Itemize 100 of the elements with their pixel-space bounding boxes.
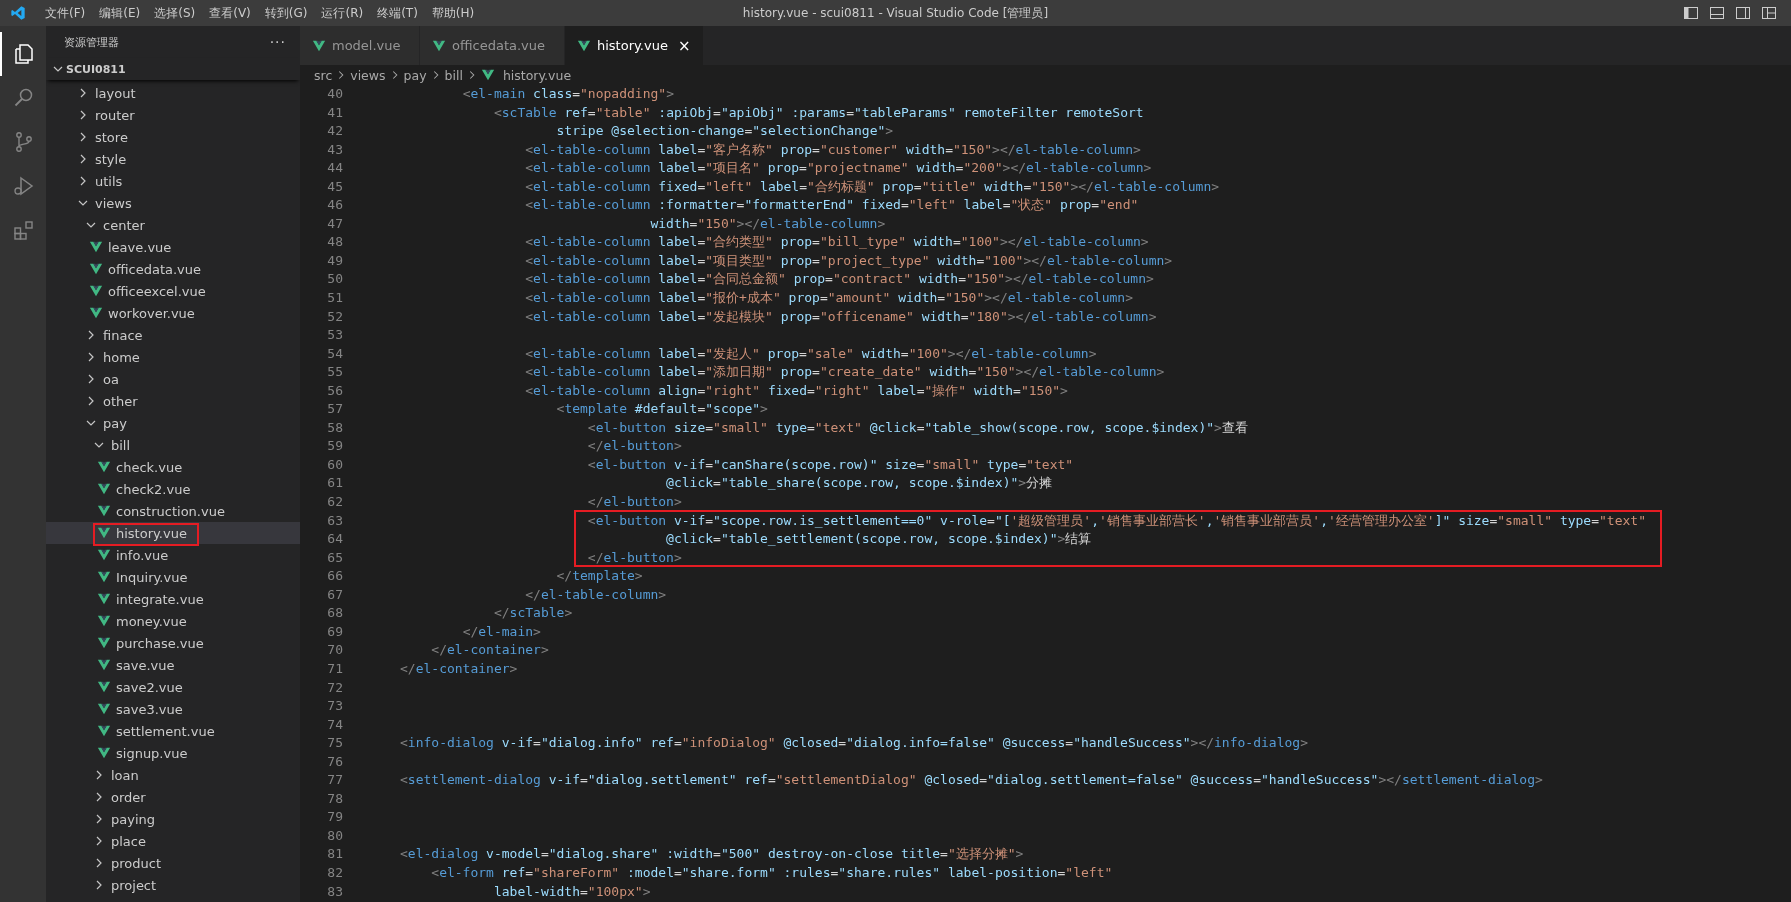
- folder-item[interactable]: router: [46, 104, 300, 126]
- vue-file-icon: [97, 570, 111, 584]
- vue-file-icon: [577, 38, 591, 53]
- line-number: 78: [326, 789, 343, 808]
- line-number: 57: [326, 400, 343, 419]
- more-actions-button[interactable]: ···: [269, 34, 286, 50]
- folder-item[interactable]: center: [46, 214, 300, 236]
- line-number: 58: [326, 418, 343, 437]
- folder-item[interactable]: oa: [46, 368, 300, 390]
- code-line: <el-table-column label="客户名称" prop="customer" width="150"></el-table-column>: [524, 140, 1141, 159]
- file-item[interactable]: Inquiry.vue: [46, 566, 300, 588]
- layout-icon[interactable]: [1761, 5, 1777, 21]
- vue-file-icon: [89, 262, 103, 276]
- file-item[interactable]: workover.vue: [46, 302, 300, 324]
- code-line: <el-table-column label="发起模块" prop="officename" width="180"></el-table-column>: [524, 307, 1157, 326]
- line-number: 44: [326, 159, 343, 178]
- files-icon[interactable]: [12, 42, 36, 66]
- sidebar-toggle-icon[interactable]: [1683, 5, 1699, 21]
- code-line: <info-dialog v-if="dialog.info" ref="infoDialog" @closed="dialog.info=false" @success="handleSuccess"></info-dialog>: [400, 734, 1308, 753]
- vue-file-icon: [97, 658, 111, 672]
- line-number: 72: [326, 678, 343, 697]
- menu-item[interactable]: 帮助(H): [424, 4, 482, 22]
- folder-item[interactable]: other: [46, 390, 300, 412]
- file-item[interactable]: save3.vue: [46, 698, 300, 720]
- extensions-icon[interactable]: [12, 218, 36, 242]
- code-line: width="150"></el-table-column>: [649, 214, 886, 233]
- file-item[interactable]: save.vue: [46, 654, 300, 676]
- vue-file-icon: [97, 548, 111, 562]
- panel-toggle-icon[interactable]: [1709, 5, 1725, 21]
- folder-item[interactable]: utils: [46, 170, 300, 192]
- file-item[interactable]: info.vue: [46, 544, 300, 566]
- window-title: history.vue - scui0811 - Visual Studio Code [管理员]: [742, 4, 1049, 22]
- folder-item[interactable]: project: [46, 874, 300, 896]
- breadcrumb-item[interactable]: bill: [444, 67, 463, 83]
- menu-item[interactable]: 运行(R): [314, 4, 371, 22]
- file-item[interactable]: construction.vue: [46, 500, 300, 522]
- editor-tab[interactable]: model.vue: [300, 26, 420, 65]
- line-number: 52: [326, 307, 343, 326]
- editor-tab[interactable]: officedata.vue: [420, 26, 565, 65]
- file-item[interactable]: signup.vue: [46, 742, 300, 764]
- menu-item[interactable]: 转到(G): [257, 4, 315, 22]
- code-line: <el-table-column label="报价+成本" prop="amount" width="150"></el-table-column>: [524, 289, 1133, 307]
- vue-file-icon: [89, 240, 103, 254]
- run-debug-icon[interactable]: [12, 174, 36, 198]
- folder-item[interactable]: layout: [46, 82, 300, 104]
- line-number: 54: [326, 344, 343, 363]
- vue-file-icon: [89, 306, 103, 320]
- line-number: 81: [326, 845, 343, 864]
- line-number: 63: [326, 511, 343, 530]
- menu-item[interactable]: 文件(F): [38, 4, 93, 22]
- breadcrumb-item[interactable]: src: [314, 67, 333, 83]
- file-item[interactable]: settlement.vue: [46, 720, 300, 742]
- code-line: <el-main class="nopadding">: [461, 85, 674, 103]
- file-item[interactable]: officedata.vue: [46, 258, 300, 280]
- folder-item[interactable]: order: [46, 786, 300, 808]
- workspace-root[interactable]: SCUI0811: [46, 58, 300, 80]
- folder-item[interactable]: bill: [46, 434, 300, 456]
- menu-item[interactable]: 查看(V): [202, 4, 258, 22]
- line-number: 50: [326, 270, 343, 289]
- breadcrumb-item[interactable]: views: [350, 67, 386, 83]
- folder-item[interactable]: paying: [46, 808, 300, 830]
- breadcrumb-item[interactable]: pay: [403, 67, 427, 83]
- line-number: 46: [326, 196, 343, 215]
- folder-item[interactable]: home: [46, 346, 300, 368]
- line-number: 71: [326, 659, 343, 678]
- line-number: 70: [326, 641, 343, 660]
- line-number: 69: [326, 622, 343, 641]
- file-item[interactable]: save2.vue: [46, 676, 300, 698]
- file-item[interactable]: money.vue: [46, 610, 300, 632]
- menu-item[interactable]: 终端(T): [370, 4, 425, 22]
- breadcrumb-item[interactable]: history.vue: [480, 67, 572, 83]
- file-item[interactable]: integrate.vue: [46, 588, 300, 610]
- file-item[interactable]: check2.vue: [46, 478, 300, 500]
- file-item[interactable]: purchase.vue: [46, 632, 300, 654]
- vue-file-icon: [432, 38, 446, 53]
- folder-item[interactable]: store: [46, 126, 300, 148]
- code-line: </scTable>: [492, 604, 573, 623]
- folder-item[interactable]: pay: [46, 412, 300, 434]
- code-line: </el-container>: [400, 659, 518, 678]
- folder-item[interactable]: place: [46, 830, 300, 852]
- code-line: <el-table-column label="合约类型" prop="bill_type" width="100"></el-table-column>: [524, 233, 1149, 252]
- folder-item[interactable]: loan: [46, 764, 300, 786]
- close-tab-button[interactable]: ×: [677, 36, 691, 55]
- menu-item[interactable]: 选择(S): [147, 4, 203, 22]
- code-line: stripe @selection-change="selectionChange">: [555, 122, 894, 141]
- file-item[interactable]: leave.vue: [46, 236, 300, 258]
- vue-file-icon: [97, 702, 111, 716]
- code-line: <el-button size="small" type="text" @click="table_show(scope.row, scope.$index)">查看: [586, 418, 1248, 437]
- folder-item[interactable]: views: [46, 192, 300, 214]
- line-number: 53: [326, 326, 343, 345]
- secondary-sidebar-icon[interactable]: [1735, 5, 1751, 21]
- line-number: 43: [326, 140, 343, 159]
- folder-item[interactable]: product: [46, 852, 300, 874]
- file-item[interactable]: check.vue: [46, 456, 300, 478]
- file-item[interactable]: history.vue: [46, 522, 300, 544]
- editor-tab[interactable]: history.vue ×: [565, 26, 704, 65]
- file-item[interactable]: officeexcel.vue: [46, 280, 300, 302]
- menu-item[interactable]: 编辑(E): [92, 4, 148, 22]
- folder-item[interactable]: style: [46, 148, 300, 170]
- folder-item[interactable]: finace: [46, 324, 300, 346]
